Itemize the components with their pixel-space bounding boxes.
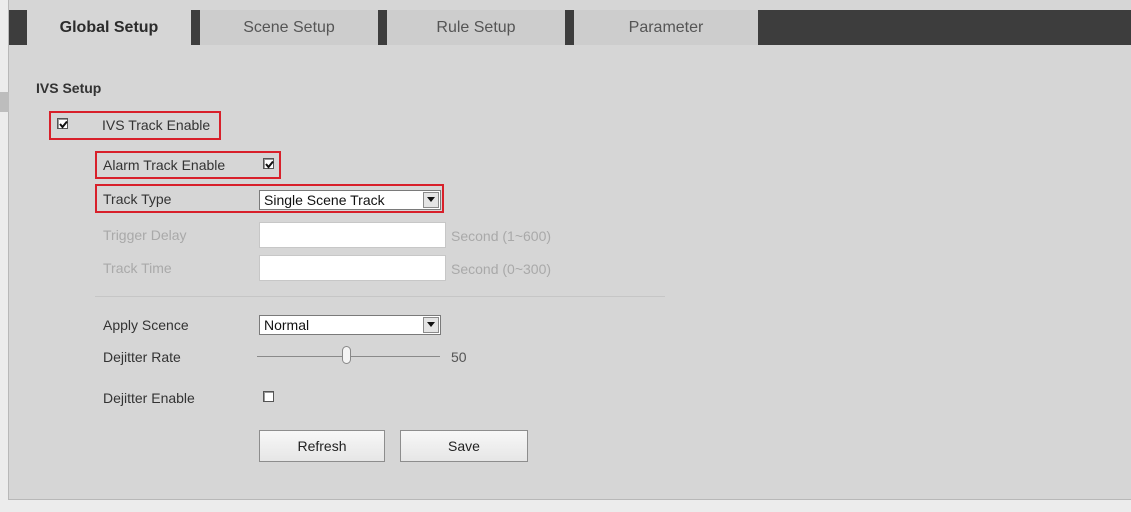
tab-parameter[interactable]: Parameter: [574, 10, 758, 45]
apply-scence-label: Apply Scence: [103, 317, 189, 333]
tab-scene-setup[interactable]: Scene Setup: [200, 10, 378, 45]
track-type-select[interactable]: Single Scene Track: [259, 190, 441, 210]
track-type-label: Track Type: [103, 191, 172, 207]
dejitter-enable-label: Dejitter Enable: [103, 390, 195, 406]
dejitter-rate-slider-thumb[interactable]: [342, 346, 351, 364]
chevron-down-icon[interactable]: [423, 192, 439, 208]
apply-scence-value: Normal: [264, 317, 310, 333]
alarm-track-enable-checkbox[interactable]: [263, 158, 274, 169]
window-frame-left-border: [8, 0, 9, 512]
track-time-input[interactable]: [259, 255, 446, 281]
tab-global-setup[interactable]: Global Setup: [27, 10, 191, 45]
window-frame-marker: [0, 92, 9, 112]
chevron-down-icon[interactable]: [423, 317, 439, 333]
alarm-track-enable-label: Alarm Track Enable: [103, 157, 226, 173]
dejitter-rate-label: Dejitter Rate: [103, 349, 181, 365]
trigger-delay-label: Trigger Delay: [103, 227, 187, 243]
checkmark-icon: [265, 160, 274, 169]
divider: [95, 296, 665, 297]
refresh-button[interactable]: Refresh: [259, 430, 385, 462]
window-frame-bottom-border: [8, 499, 1131, 500]
ivs-track-enable-checkbox[interactable]: [57, 118, 68, 129]
trigger-delay-unit: Second (1~600): [451, 228, 552, 244]
dejitter-rate-value: 50: [451, 349, 467, 365]
section-title: IVS Setup: [36, 80, 102, 96]
track-time-label: Track Time: [103, 260, 172, 276]
dejitter-enable-checkbox[interactable]: [263, 391, 274, 402]
save-button[interactable]: Save: [400, 430, 528, 462]
trigger-delay-input[interactable]: [259, 222, 446, 248]
track-time-unit: Second (0~300): [451, 261, 552, 277]
window-frame-bottom: [0, 499, 1131, 512]
checkmark-icon: [59, 120, 68, 129]
track-type-value: Single Scene Track: [264, 192, 385, 208]
tab-rule-setup[interactable]: Rule Setup: [387, 10, 565, 45]
ivs-track-enable-label: IVS Track Enable: [102, 117, 211, 133]
apply-scence-select[interactable]: Normal: [259, 315, 441, 335]
